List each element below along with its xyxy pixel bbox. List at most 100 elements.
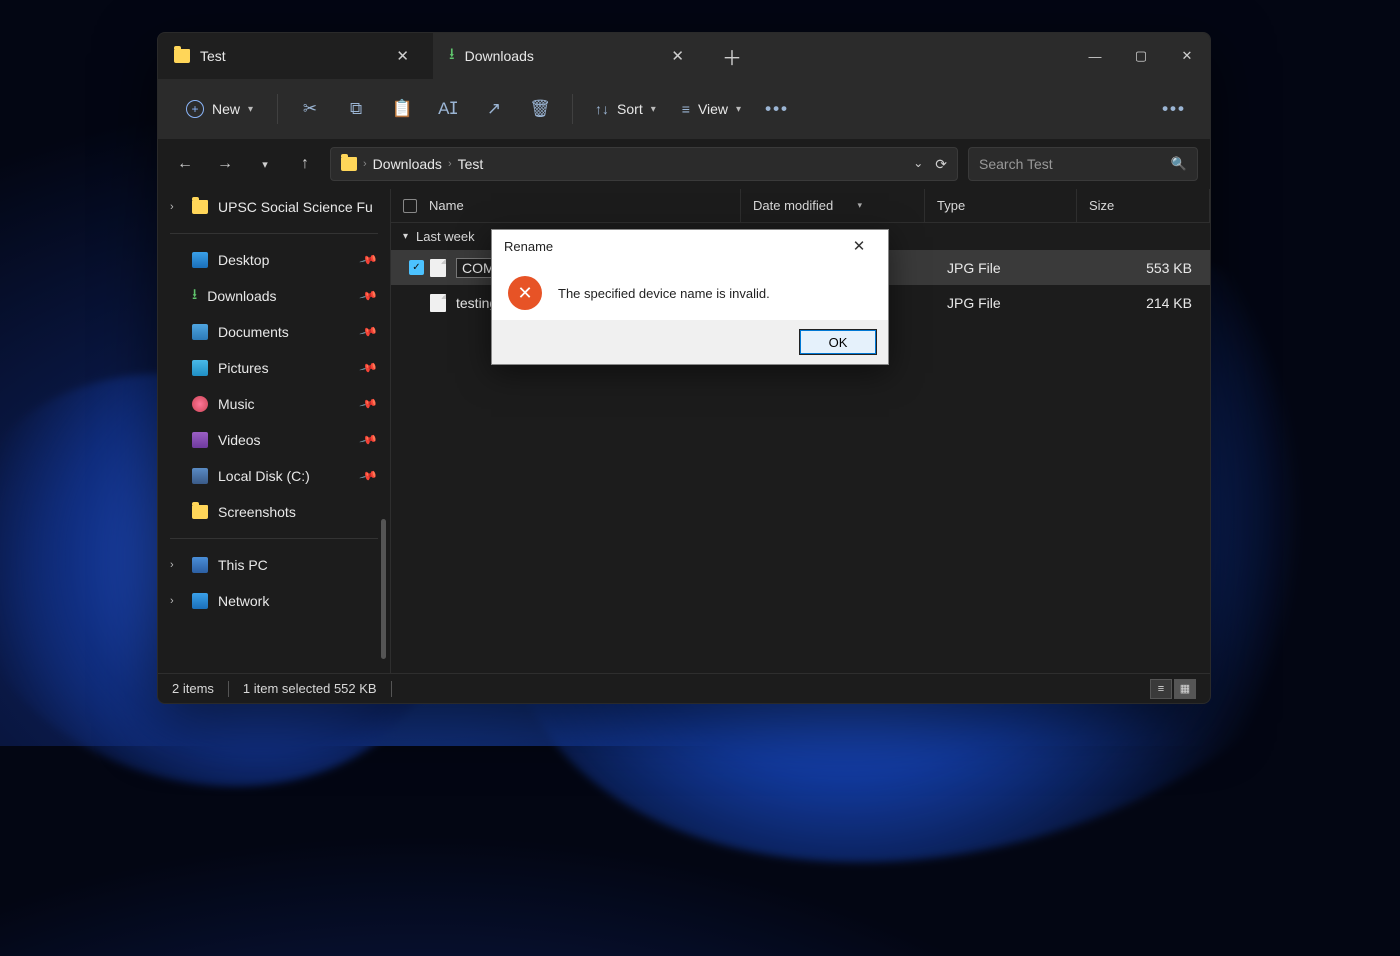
pc-i: [192, 557, 208, 573]
overflow-button[interactable]: •••: [1154, 89, 1194, 129]
search-input[interactable]: Search Test 🔍: [968, 147, 1198, 181]
sidebar-item-music[interactable]: Music 📌: [158, 386, 390, 422]
sort-icon: ↑↓: [595, 101, 609, 117]
view-button[interactable]: ≡ View ▾: [672, 95, 751, 123]
row-checkbox[interactable]: [409, 295, 424, 310]
select-all-checkbox[interactable]: [403, 199, 417, 213]
sidebar-item-screenshots[interactable]: Screenshots: [158, 494, 390, 530]
paste-button[interactable]: 📋: [382, 89, 422, 129]
separator: [277, 94, 278, 124]
sidebar-item-label: Videos: [218, 432, 261, 448]
chevron-right-icon[interactable]: ›: [170, 201, 174, 213]
pin-icon: 📌: [359, 250, 379, 270]
cut-button[interactable]: ✂: [290, 89, 330, 129]
sidebar-item-downloads[interactable]: ⭳ Downloads 📌: [158, 278, 390, 314]
refresh-button[interactable]: ⟳: [935, 156, 947, 173]
tab-close-icon[interactable]: ✕: [388, 43, 417, 69]
tab-downloads[interactable]: ⭳ Downloads ✕: [433, 33, 708, 79]
address-bar[interactable]: › Downloads › Test ⌄ ⟳: [330, 147, 958, 181]
column-headers: Name Date modified ▾ Type Size: [391, 189, 1210, 223]
column-type[interactable]: Type: [925, 189, 1077, 222]
copy-button[interactable]: ⧉: [336, 89, 376, 129]
sidebar-item-label: Desktop: [218, 252, 269, 268]
folder-icon: [341, 157, 357, 171]
new-tab-button[interactable]: ＋: [708, 42, 756, 71]
view-label: View: [698, 101, 728, 117]
chevron-down-icon: ▾: [736, 104, 741, 115]
sidebar-tree-item[interactable]: › UPSC Social Science Fu: [158, 189, 390, 225]
tab-close-icon[interactable]: ✕: [663, 43, 692, 69]
recent-locations-button[interactable]: ▾: [250, 149, 280, 179]
rename-dialog: Rename ✕ ✕ The specified device name is …: [491, 229, 889, 365]
sidebar-item-label: Screenshots: [218, 504, 296, 520]
download-icon: ⭳: [449, 43, 455, 70]
sidebar-item-videos[interactable]: Videos 📌: [158, 422, 390, 458]
file-icon: [430, 294, 446, 312]
sidebar-item-pictures[interactable]: Pictures📌: [158, 350, 390, 386]
sidebar-item-label: Documents: [218, 324, 289, 340]
mus-i: [192, 396, 208, 412]
vid-i: [192, 432, 208, 448]
sidebar-section-network[interactable]: › Network: [158, 583, 390, 619]
column-label: Size: [1089, 198, 1114, 213]
details-view-button[interactable]: ≡: [1150, 679, 1172, 699]
share-button[interactable]: ↗: [474, 89, 514, 129]
sidebar-section-this-pc[interactable]: › This PC: [158, 547, 390, 583]
new-button[interactable]: + New ▾: [174, 94, 265, 124]
up-button[interactable]: ↑: [290, 149, 320, 179]
close-button[interactable]: ✕: [1164, 33, 1210, 79]
breadcrumb-sep: ›: [448, 158, 452, 170]
tab-test[interactable]: Test ✕: [158, 33, 433, 79]
history-dropdown-icon[interactable]: ⌄: [913, 156, 923, 173]
folder-icon: [174, 49, 190, 63]
column-name[interactable]: Name: [391, 189, 741, 222]
pin-icon: 📌: [359, 394, 379, 414]
sidebar-item-local-disk-c-[interactable]: Local Disk (C:)📌: [158, 458, 390, 494]
row-checkbox[interactable]: ✓: [409, 260, 424, 275]
pin-icon: 📌: [359, 322, 379, 342]
chevron-right-icon[interactable]: ›: [170, 595, 174, 607]
breadcrumb-segment[interactable]: Test: [458, 156, 484, 172]
pin-icon: 📌: [359, 286, 379, 306]
minimize-button[interactable]: —: [1072, 33, 1118, 79]
doc-i: [192, 324, 208, 340]
forward-button[interactable]: →: [210, 149, 240, 179]
breadcrumb-segment[interactable]: Downloads: [373, 156, 442, 172]
plus-icon: +: [186, 100, 204, 118]
sidebar-item-label: This PC: [218, 557, 268, 573]
download-icon: ⭳: [192, 284, 197, 309]
tab-label: Downloads: [465, 48, 534, 64]
scrollbar-thumb[interactable]: [381, 519, 386, 659]
sidebar-item-label: Network: [218, 593, 269, 609]
large-icons-view-button[interactable]: ▦: [1174, 679, 1196, 699]
sidebar-item-documents[interactable]: Documents 📌: [158, 314, 390, 350]
column-size[interactable]: Size: [1077, 189, 1210, 222]
pin-icon: 📌: [359, 430, 379, 450]
separator: [228, 681, 229, 697]
back-button[interactable]: ←: [170, 149, 200, 179]
chevron-down-icon: ▾: [248, 104, 253, 115]
dialog-close-button[interactable]: ✕: [842, 232, 876, 260]
rename-button[interactable]: Aⵊ: [428, 89, 468, 129]
sidebar-item-label: Downloads: [207, 288, 276, 304]
disk-i: [192, 468, 208, 484]
ok-button[interactable]: OK: [800, 330, 876, 354]
sidebar-item-label: Music: [218, 396, 255, 412]
sort-button[interactable]: ↑↓ Sort ▾: [585, 95, 666, 123]
window-controls: — ▢ ✕: [1072, 33, 1210, 79]
more-button[interactable]: •••: [757, 89, 797, 129]
delete-button[interactable]: 🗑: [520, 89, 560, 129]
sidebar-item-desktop[interactable]: Desktop 📌: [158, 242, 390, 278]
error-icon: ✕: [508, 276, 542, 310]
chevron-down-icon: ▾: [403, 231, 408, 242]
column-label: Date modified: [753, 198, 833, 213]
sort-indicator-icon: ▾: [857, 200, 862, 211]
separator: [391, 681, 392, 697]
column-date[interactable]: Date modified ▾: [741, 189, 925, 222]
maximize-button[interactable]: ▢: [1118, 33, 1164, 79]
nav-row: ← → ▾ ↑ › Downloads › Test ⌄ ⟳ Search Te…: [158, 139, 1210, 189]
chevron-right-icon[interactable]: ›: [170, 559, 174, 571]
folder-icon: [192, 505, 208, 519]
search-icon: 🔍: [1171, 156, 1187, 172]
file-icon: [430, 259, 446, 277]
